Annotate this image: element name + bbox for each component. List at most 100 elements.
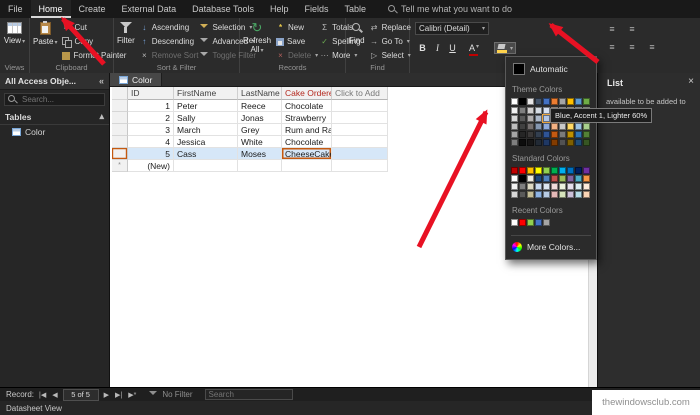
color-swatch[interactable] [551,183,558,190]
color-swatch[interactable] [511,183,518,190]
color-swatch[interactable] [567,175,574,182]
cell-lastname[interactable]: Jonas [238,112,282,124]
color-swatch[interactable] [551,175,558,182]
first-record-button[interactable]: |◀ [38,391,47,399]
color-swatch[interactable] [567,139,574,146]
color-swatch[interactable] [575,191,582,198]
row-selector[interactable] [112,124,128,136]
color-swatch[interactable] [567,167,574,174]
color-swatch[interactable] [583,131,590,138]
column-header-firstname[interactable]: FirstName [174,87,238,100]
new-row-selector[interactable]: * [112,160,128,172]
color-swatch[interactable] [535,183,542,190]
menu-tab-home[interactable]: Home [31,0,71,18]
color-swatch[interactable] [527,219,534,226]
menu-tab-fields[interactable]: Fields [296,0,336,18]
row-selector[interactable] [112,148,128,160]
filter-status-label[interactable]: No Filter [162,390,192,399]
color-swatch[interactable] [583,123,590,130]
color-swatch[interactable] [535,219,542,226]
color-swatch[interactable] [567,183,574,190]
color-swatch[interactable] [543,139,550,146]
color-swatch[interactable] [527,183,534,190]
menu-tab-external-data[interactable]: External Data [114,0,185,18]
color-swatch[interactable] [535,107,542,114]
color-swatch[interactable] [535,175,542,182]
color-swatch[interactable] [519,167,526,174]
color-swatch[interactable] [543,107,550,114]
color-swatch[interactable] [527,107,534,114]
menu-tab-create[interactable]: Create [71,0,114,18]
color-swatch[interactable] [543,191,550,198]
select-all-corner[interactable] [112,87,128,100]
color-swatch[interactable] [543,123,550,130]
cell-click-to-add[interactable] [332,112,388,124]
color-swatch[interactable] [543,98,550,105]
color-swatch[interactable] [527,139,534,146]
menu-tab-table[interactable]: Table [336,0,374,18]
color-swatch[interactable] [551,131,558,138]
color-swatch[interactable] [583,183,590,190]
color-swatch[interactable] [535,167,542,174]
color-swatch[interactable] [535,123,542,130]
font-name-select[interactable]: Calibri (Detail) ▾ [415,22,489,35]
color-swatch[interactable] [567,123,574,130]
last-record-button[interactable]: ▶| [114,391,123,399]
color-swatch[interactable] [543,183,550,190]
color-swatch[interactable] [527,175,534,182]
cell-id[interactable]: 5 [128,148,174,160]
color-swatch[interactable] [527,115,534,122]
bold-button[interactable]: B [415,41,430,56]
color-swatch[interactable] [511,115,518,122]
cell-id[interactable]: 4 [128,136,174,148]
descending-button[interactable]: ↑Descending [140,35,199,48]
previous-record-button[interactable]: ◀ [51,391,58,399]
color-swatch[interactable] [511,123,518,130]
cell-firstname[interactable] [174,160,238,172]
color-swatch[interactable] [551,123,558,130]
color-swatch[interactable] [519,98,526,105]
view-button[interactable]: View▾ [0,20,29,47]
color-swatch[interactable] [583,98,590,105]
column-header-cake-ordere[interactable]: Cake Ordere ▾ [282,87,332,100]
cell-click-to-add[interactable] [332,100,388,112]
cell-cake-ordered[interactable]: Chocolate [282,136,332,148]
color-swatch[interactable] [535,131,542,138]
background-color-button[interactable]: ▾ [494,42,516,54]
color-swatch[interactable] [527,167,534,174]
row-selector[interactable] [112,112,128,124]
color-swatch[interactable] [535,191,542,198]
cell-cake-ordered[interactable]: CheeseCake [282,148,332,160]
cell-firstname[interactable]: Jessica [174,136,238,148]
cell-new[interactable]: (New) [128,160,174,172]
color-swatch[interactable] [519,131,526,138]
delete-record-button[interactable]: ×Delete▾ [276,49,318,62]
cell-firstname[interactable]: March [174,124,238,136]
row-selector[interactable] [112,136,128,148]
color-swatch[interactable] [559,167,566,174]
align-center-button[interactable]: ≡ [625,40,639,54]
color-swatch[interactable] [583,191,590,198]
color-swatch[interactable] [575,139,582,146]
bullets-button[interactable]: ≡ [605,22,619,36]
cell-lastname[interactable]: White [238,136,282,148]
color-swatch[interactable] [575,98,582,105]
color-swatch[interactable] [519,219,526,226]
column-header-lastname[interactable]: LastName [238,87,282,100]
next-record-button[interactable]: ▶ [103,391,110,399]
cell-cake-ordered[interactable]: Rum and Rasin [282,124,332,136]
align-right-button[interactable]: ≡ [645,40,659,54]
color-swatch[interactable] [535,98,542,105]
row-selector[interactable] [112,100,128,112]
color-swatch[interactable] [575,167,582,174]
color-swatch[interactable] [511,131,518,138]
color-swatch[interactable] [583,175,590,182]
document-tab-color[interactable]: Color [110,73,162,86]
cell-click-to-add[interactable] [332,136,388,148]
color-swatch[interactable] [527,191,534,198]
color-swatch[interactable] [559,123,566,130]
color-swatch[interactable] [551,191,558,198]
cell-lastname[interactable]: Moses [238,148,282,160]
color-swatch[interactable] [567,191,574,198]
color-swatch[interactable] [511,98,518,105]
